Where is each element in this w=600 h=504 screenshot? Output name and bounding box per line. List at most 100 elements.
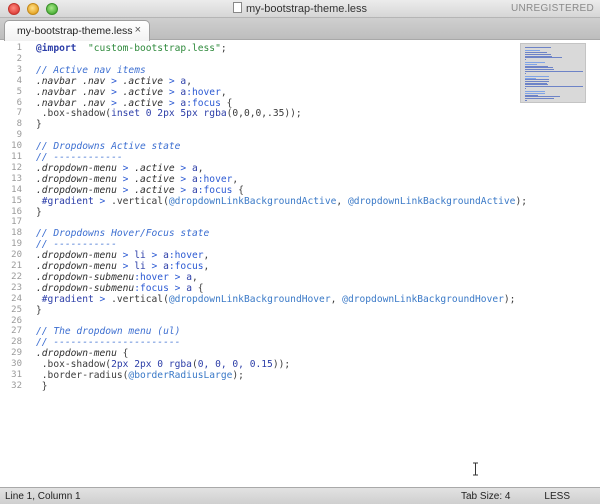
code-token: // Dropdowns Hover/Focus state [36, 228, 210, 240]
code-token: :focus [168, 261, 204, 272]
line-number: 17 [11, 217, 22, 228]
code-line[interactable]: // ---------------------- [36, 337, 180, 348]
code-token: .active [116, 86, 169, 98]
line-number: 6 [16, 97, 22, 108]
code-line[interactable]: } [36, 207, 42, 218]
line-number: 28 [11, 337, 22, 348]
code-token: > [168, 271, 181, 283]
code-token: :focus [134, 282, 169, 294]
code-token: .vertical( [105, 195, 169, 207]
code-line[interactable]: #gradient > .vertical(@dropdownLinkBackg… [36, 293, 516, 305]
status-bar: Line 1, Column 1 Tab Size: 4 LESS [0, 487, 600, 504]
title-bar: my-bootstrap-theme.less UNREGISTERED [0, 0, 600, 18]
code-line[interactable]: .border-radius(@borderRadiusLarge); [36, 370, 244, 381]
code-line[interactable]: } [36, 119, 42, 130]
document-icon [232, 2, 242, 13]
line-number: 4 [16, 75, 22, 86]
tab-close-icon[interactable]: × [135, 24, 141, 36]
code-token: ); [515, 195, 528, 207]
code-token: .dropdown-menu [36, 348, 117, 360]
code-line[interactable]: .dropdown-menu > .active > a:hover, [36, 174, 238, 185]
minimap-line [525, 86, 583, 88]
syntax-selector[interactable]: LESS [544, 491, 570, 502]
line-number: 14 [11, 184, 22, 195]
code-token: :hover [168, 250, 204, 262]
code-line[interactable]: .dropdown-menu > .active > a, [36, 163, 204, 174]
line-number: 19 [11, 239, 22, 250]
code-token: a [174, 75, 187, 87]
line-number: 11 [11, 152, 22, 162]
code-line[interactable]: } [36, 381, 48, 392]
code-token: )); [272, 359, 291, 371]
registration-status: UNREGISTERED [510, 3, 594, 14]
code-line[interactable]: .dropdown-submenu:hover > a, [36, 272, 198, 283]
code-token: a [174, 97, 187, 109]
line-number: 20 [11, 250, 22, 261]
code-token: , [220, 86, 227, 98]
line-number: 27 [11, 326, 22, 337]
code-token: // ---------------------- [36, 337, 181, 349]
code-token: .dropdown-menu [36, 162, 123, 174]
code-token: // The dropdown menu (ul) [36, 326, 181, 338]
code-line[interactable]: #gradient > .vertical(@dropdownLinkBackg… [36, 196, 527, 207]
code-line[interactable]: .box-shadow(inset 0 2px 5px rgba(0,0,0,.… [36, 108, 302, 119]
code-line[interactable]: // ----------- [36, 239, 117, 250]
line-number: 12 [11, 162, 22, 173]
minimap-line [525, 70, 583, 72]
code-token: @import [36, 43, 77, 54]
tab-my-bootstrap-theme[interactable]: my-bootstrap-theme.less × [4, 20, 150, 41]
code-token: .dropdown-submenu [36, 271, 135, 283]
line-number: 13 [11, 173, 22, 184]
code-token: :focus [197, 184, 233, 196]
code-line[interactable]: .dropdown-menu > li > a:focus, [36, 261, 209, 272]
code-token: @borderRadiusLarge [128, 370, 233, 381]
code-token: ); [503, 293, 516, 305]
code-token: "custom-bootstrap.less" [88, 43, 221, 54]
window-title: my-bootstrap-theme.less [245, 3, 368, 15]
code-token: .dropdown-submenu [36, 282, 135, 294]
code-token: // Dropdowns Active state [36, 141, 181, 153]
code-token: a [180, 271, 192, 283]
code-token: , [336, 195, 348, 207]
line-number: 8 [16, 119, 22, 130]
minimap[interactable] [520, 43, 586, 103]
minimap-line [525, 98, 554, 99]
code-line[interactable]: // ------------ [36, 152, 123, 163]
code-line[interactable]: .dropdown-menu > li > a:hover, [36, 250, 209, 261]
line-number: 3 [16, 64, 22, 75]
code-token: li [128, 261, 152, 272]
code-token: :hover [186, 86, 221, 98]
tab-size-selector[interactable]: Tab Size: 4 [461, 491, 510, 502]
line-number: 21 [11, 261, 22, 271]
code-line[interactable]: .navbar .nav > .active > a:hover, [36, 87, 227, 98]
line-number: 26 [11, 315, 22, 326]
code-line[interactable]: // Active nav items [36, 65, 146, 76]
line-number: 15 [11, 195, 22, 206]
code-line[interactable]: .dropdown-menu { [36, 348, 128, 359]
code-token: > [168, 282, 181, 294]
code-line[interactable]: .dropdown-menu > .active > a:focus { [36, 185, 244, 196]
line-number: 31 [11, 370, 22, 380]
code-line[interactable]: .box-shadow(2px 2px 0 rgba(0, 0, 0, 0.15… [36, 359, 290, 370]
code-line[interactable]: .navbar .nav > .active > a:focus { [36, 98, 232, 109]
code-line[interactable]: } [36, 305, 42, 316]
code-token: { [232, 184, 244, 196]
code-line[interactable]: // Dropdowns Hover/Focus state [36, 228, 209, 239]
code-token: :hover [134, 271, 169, 283]
code-token: a [157, 261, 169, 272]
code-line[interactable]: @import "custom-bootstrap.less"; [36, 43, 227, 54]
code-line[interactable]: // The dropdown menu (ul) [36, 326, 180, 337]
code-line[interactable]: .dropdown-submenu:focus > a { [36, 283, 204, 294]
tab-bar: my-bootstrap-theme.less × [0, 18, 600, 41]
code-token: :hover [197, 173, 233, 185]
code-token: @dropdownLinkBackgroundHover [342, 293, 504, 305]
code-line[interactable]: .navbar .nav > .active > a, [36, 76, 192, 87]
editor-pane[interactable]: 1 2 3 4 5 6 7 8 9 10 11 12 13 14 15 16 17 18 19 20 21 22 23 24 2… [0, 41, 600, 487]
code-token: #gradient [41, 293, 94, 305]
minimap-line [525, 57, 562, 59]
code-token: 2px 2px 0 [111, 359, 169, 371]
line-number: 23 [11, 282, 22, 293]
code-token: ; [220, 43, 227, 54]
code-line[interactable]: // Dropdowns Active state [36, 141, 180, 152]
code-token: } [36, 380, 48, 392]
